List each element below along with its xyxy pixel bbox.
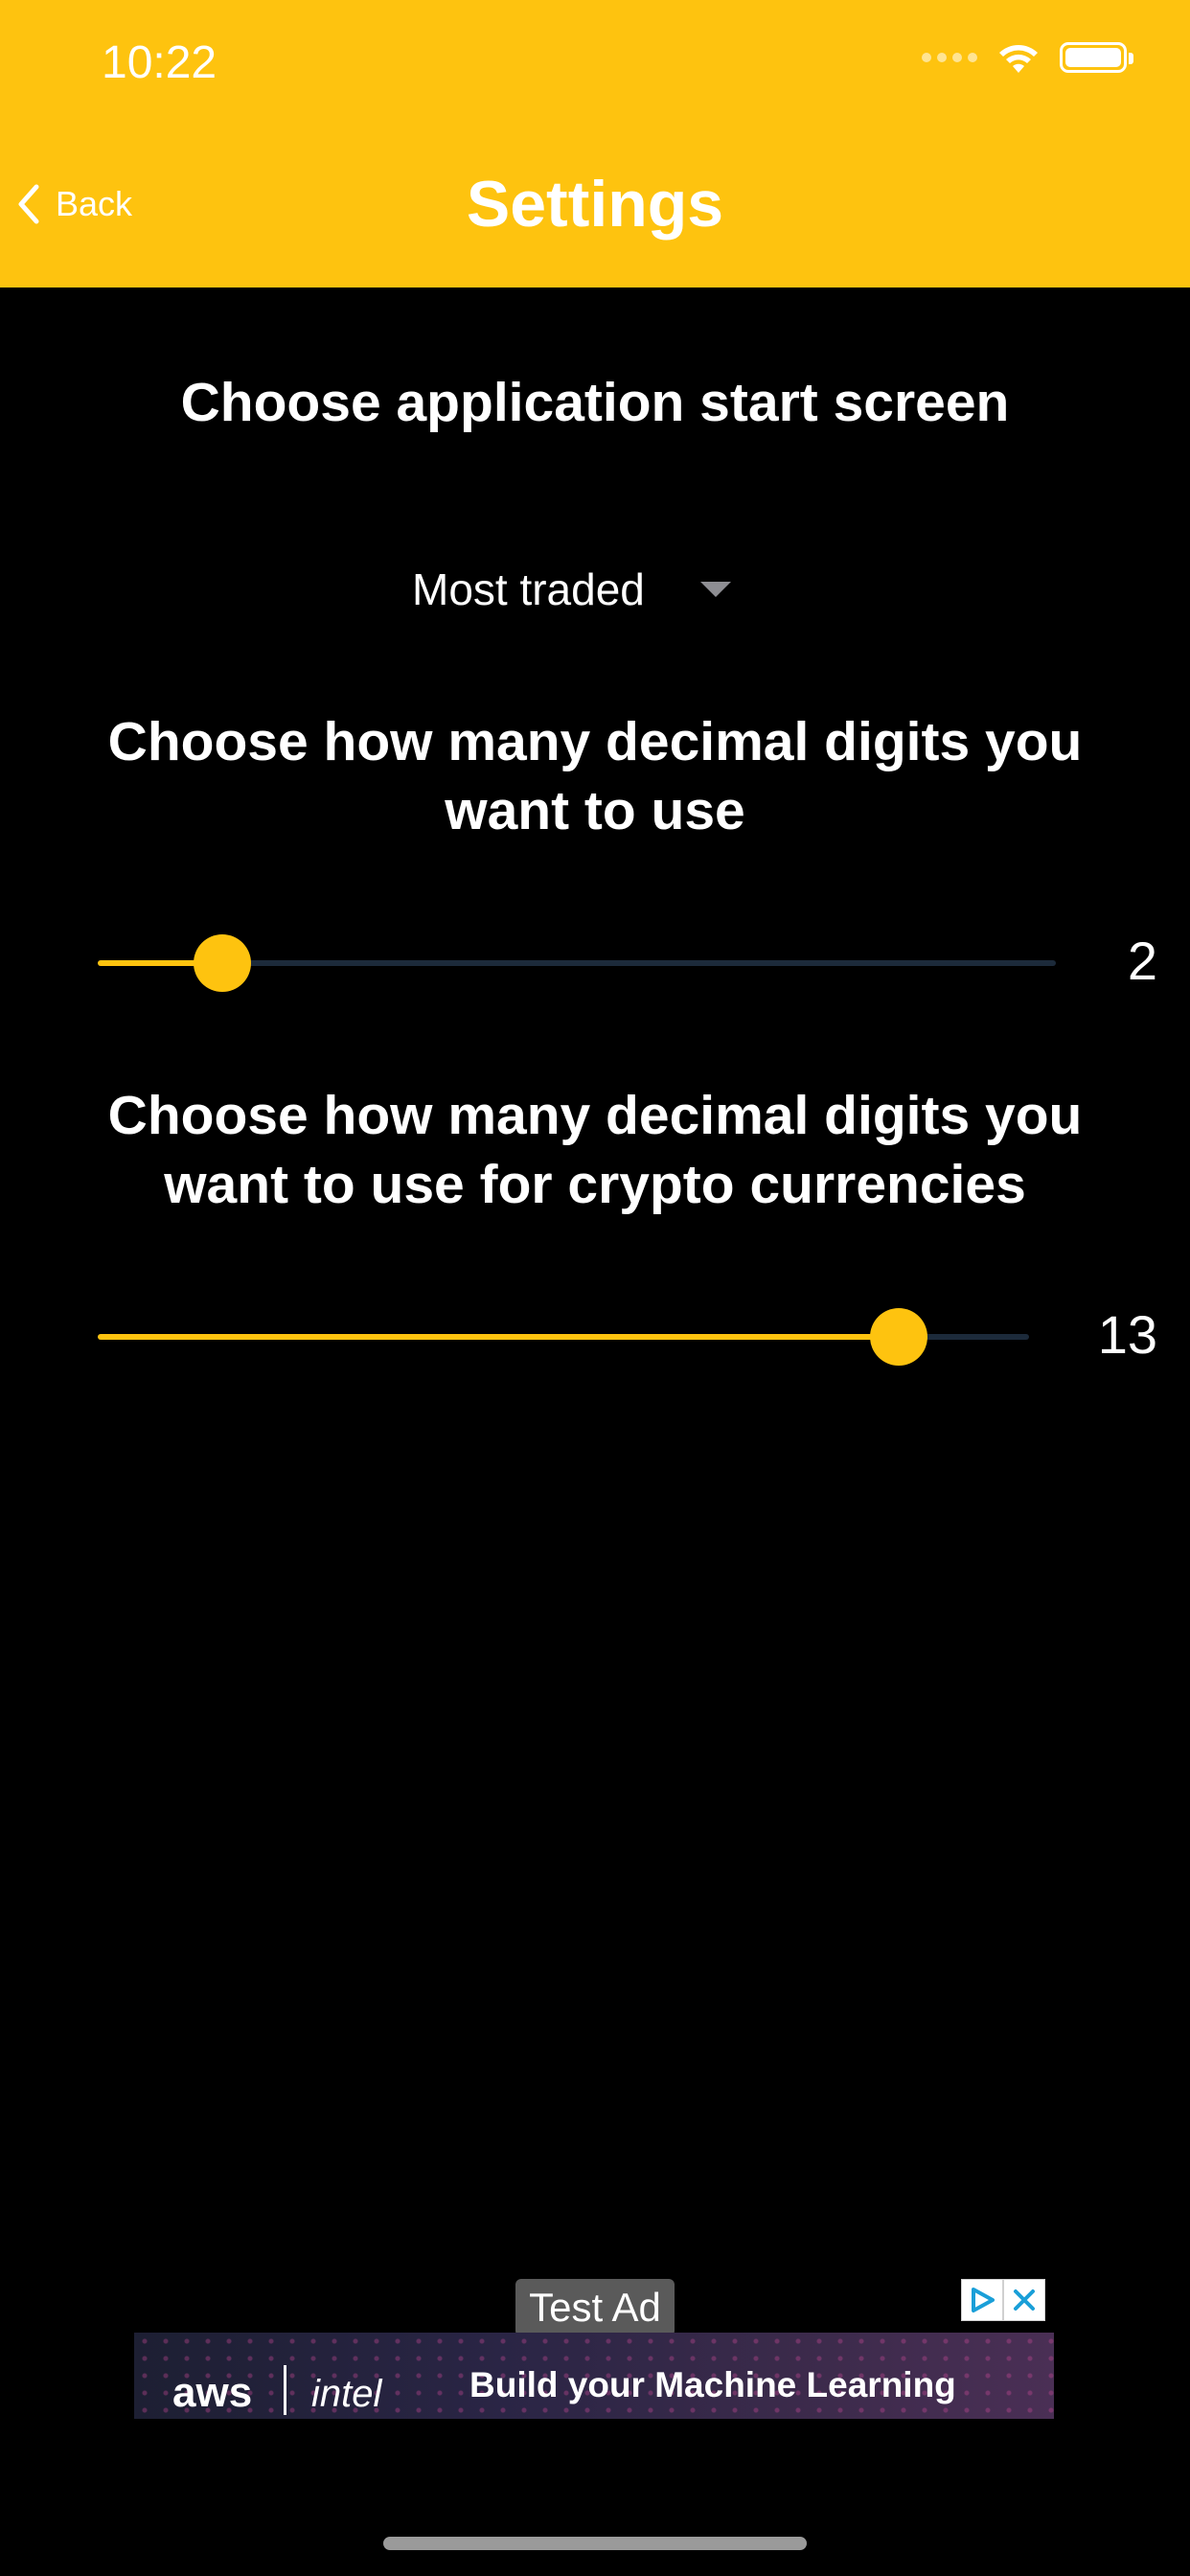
ad-headline: Build your Machine Learning <box>469 2365 956 2404</box>
home-indicator[interactable] <box>383 2537 807 2550</box>
crypto-decimals-slider[interactable] <box>98 1307 1029 1366</box>
start-screen-heading: Choose application start screen <box>180 372 1010 433</box>
wifi-icon <box>999 45 1038 73</box>
crypto-decimals-heading: Choose how many decimal digits you want … <box>57 1081 1133 1219</box>
decimals-heading-line2: want to use <box>445 780 745 841</box>
start-screen-dropdown[interactable]: Most traded <box>412 556 786 623</box>
ad-brand-aws: aws <box>172 2369 253 2416</box>
status-icons <box>922 40 1133 75</box>
decimals-slider[interactable] <box>98 933 1056 992</box>
battery-icon <box>1060 42 1133 73</box>
slider-thumb[interactable] <box>870 1308 927 1366</box>
crypto-heading-line2: want to use for crypto currencies <box>164 1154 1026 1215</box>
decimals-heading: Choose how many decimal digits you want … <box>57 707 1133 845</box>
ad-brand-intel: intel <box>311 2373 382 2415</box>
slider-fill <box>98 1334 899 1340</box>
test-ad-label: Test Ad <box>515 2279 675 2336</box>
decimals-heading-line1: Choose how many decimal digits you <box>107 711 1083 772</box>
crypto-decimals-value: 13 <box>1097 1304 1157 1365</box>
crypto-heading-line1: Choose how many decimal digits you <box>107 1085 1083 1146</box>
caret-down-icon <box>699 582 731 597</box>
page-title: Settings <box>466 168 724 241</box>
adchoices-icon[interactable] <box>961 2279 1003 2321</box>
close-icon[interactable] <box>1003 2279 1045 2321</box>
status-time: 10:22 <box>102 37 217 88</box>
cellular-signal-icon <box>922 53 977 62</box>
nav-bar: 10:22 Back Settings <box>0 0 1190 288</box>
ad-choices[interactable] <box>961 2279 1045 2321</box>
decimals-value: 2 <box>1127 931 1157 991</box>
start-screen-selected: Most traded <box>412 564 645 614</box>
slider-thumb[interactable] <box>194 934 251 992</box>
ad-divider <box>284 2365 286 2415</box>
ad-banner[interactable]: aws intel Build your Machine Learning <box>134 2333 1054 2419</box>
